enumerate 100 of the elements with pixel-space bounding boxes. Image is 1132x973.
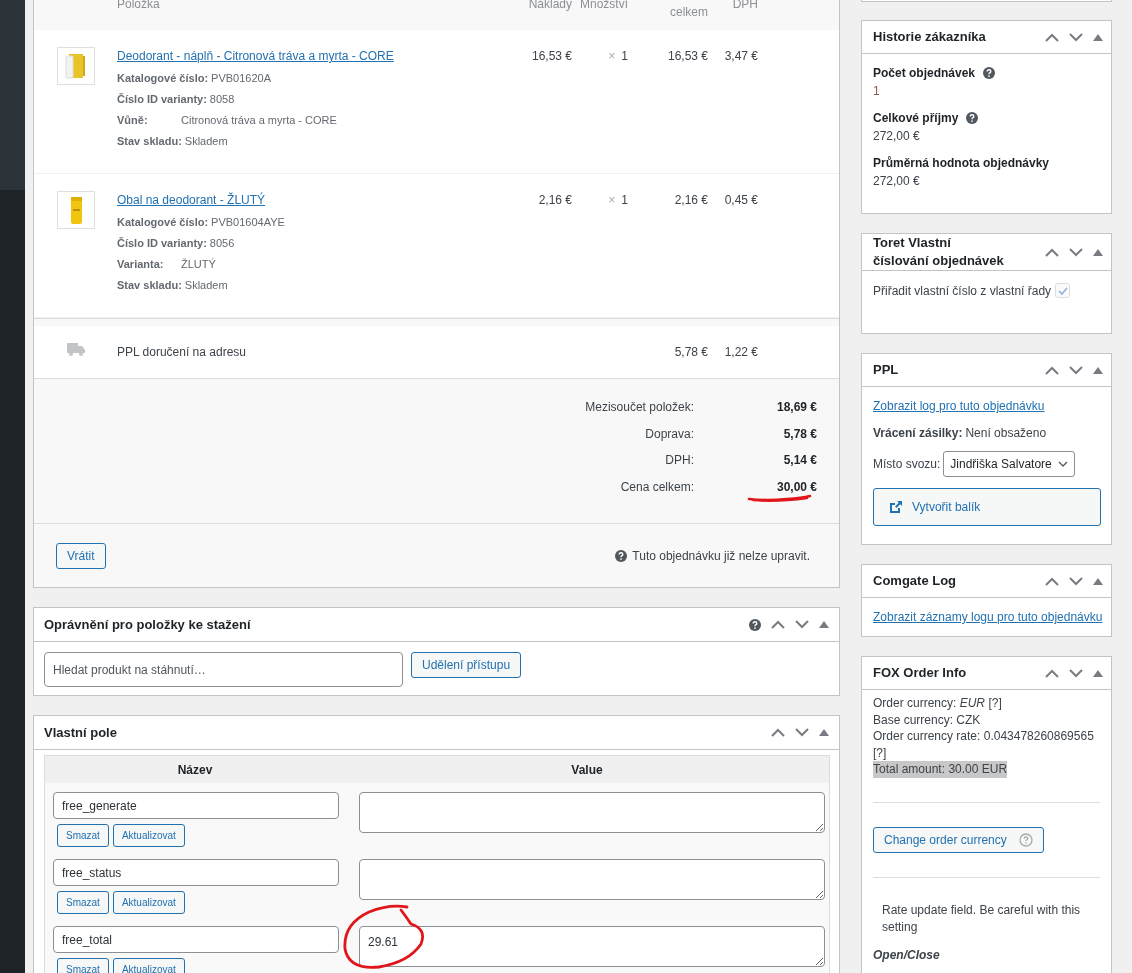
meta-label: Katalogové číslo: [117, 216, 209, 228]
refund-button[interactable]: Vrátit [56, 542, 106, 569]
pickup-dropdown[interactable]: Jindřiška Salvatore [943, 451, 1075, 477]
collapse-toggle-icon[interactable] [819, 621, 829, 628]
delete-button[interactable]: Smazat [57, 824, 109, 847]
name-field[interactable]: free_generate [53, 792, 339, 819]
meta-value: 8058 [209, 93, 235, 105]
collapse-toggle-icon[interactable] [819, 729, 829, 736]
value-field[interactable] [359, 859, 825, 900]
move-up-icon[interactable] [771, 728, 785, 737]
total-value: 18,69 € [775, 400, 817, 416]
panel-title: Oprávnění pro položky ke stažení [44, 617, 251, 632]
meta-label: Stav skladu: [117, 135, 182, 147]
move-down-icon[interactable] [1069, 247, 1083, 257]
meta-label: Číslo ID varianty: [117, 93, 207, 105]
value-field[interactable]: 29.61 [359, 926, 825, 967]
meta-value: PVB01604AYE [211, 216, 285, 228]
panel-title: číslování objednávek [873, 252, 1004, 270]
log-link[interactable]: Zobrazit záznamy logu pro tuto objednávku [873, 610, 1100, 624]
product-link[interactable]: Obal na deodorant - ŽLUTÝ [117, 193, 266, 207]
update-button[interactable]: Aktualizovat [112, 824, 185, 847]
grant-access-button[interactable]: Udělení přístupu [411, 652, 522, 678]
panel-title: FOX Order Info [873, 664, 967, 682]
pickup-label: Místo svozu: [873, 457, 941, 471]
section-heading: Open/Close [873, 947, 941, 962]
option-label: Přiřadit vlastní číslo z vlastní řady [873, 283, 1052, 298]
times-sign: × [608, 49, 616, 63]
cost-cell-text: 2,16 € [537, 192, 572, 209]
total-cell-text: 16,53 € [666, 48, 708, 65]
move-down-icon[interactable] [1069, 668, 1083, 678]
collapse-toggle-icon[interactable] [1093, 248, 1103, 256]
cost-cell-text: 16,53 € [530, 48, 572, 65]
column-header: Název [176, 762, 214, 777]
update-button[interactable]: Aktualizovat [112, 891, 185, 914]
total-value: 30,00 € [749, 479, 817, 506]
move-down-icon[interactable] [795, 620, 809, 629]
create-package-button[interactable]: Vytvořit balík [873, 488, 1101, 526]
stat-value: 1 [873, 84, 881, 98]
total-label: Doprava: [644, 426, 694, 443]
shipping-name: PPL doručení na adresu [117, 344, 247, 361]
return-label: Vrácení zásilky: [873, 426, 963, 440]
collapse-toggle-icon[interactable] [1093, 33, 1103, 41]
total-value: 5,14 € [782, 453, 817, 469]
move-up-icon[interactable] [1045, 668, 1059, 678]
total-value: 5,78 € [782, 426, 817, 443]
meta-value: PVB01620A [211, 72, 271, 84]
info-line: [?] [873, 744, 887, 761]
panel-title: Comgate Log [873, 572, 957, 590]
help-icon[interactable] [749, 618, 761, 631]
move-up-icon[interactable] [771, 620, 785, 629]
move-down-icon[interactable] [1069, 365, 1083, 375]
meta-value: Skladem [184, 135, 228, 147]
move-up-icon[interactable] [1045, 576, 1059, 586]
chevron-down-icon [1057, 461, 1068, 467]
log-link[interactable]: Zobrazit log pro tuto objednávku [873, 399, 1100, 413]
move-up-icon[interactable] [1045, 247, 1059, 257]
column-header: Položka [117, 0, 161, 13]
stat-value: 272,00 € [873, 129, 921, 143]
collapse-toggle-icon[interactable] [1093, 366, 1103, 374]
total-cell-text: 5,78 € [673, 344, 708, 361]
total-cell-text: 2,16 € [673, 192, 708, 209]
meta-value: Skladem [184, 279, 228, 291]
help-icon [615, 549, 628, 562]
meta-label: Katalogové číslo: [117, 72, 209, 84]
update-button[interactable]: Aktualizovat [112, 958, 185, 973]
move-up-icon[interactable] [1045, 365, 1059, 375]
search-field[interactable]: Hledat produkt na stáhnutí… [44, 652, 403, 687]
delete-button[interactable]: Smazat [57, 891, 109, 914]
info-line: Order currency: EUR [?] [873, 695, 1002, 712]
quantity-cell: 1 [621, 193, 628, 207]
meta-label: Číslo ID varianty: [117, 237, 207, 249]
external-link-icon [889, 500, 903, 514]
stat-label: Celkové příjmy [873, 111, 959, 125]
meta-label: Stav skladu: [117, 279, 182, 291]
name-field[interactable]: free_total [53, 926, 339, 953]
change-currency-button[interactable]: Change order currency [873, 826, 1044, 853]
times-sign: × [608, 193, 616, 207]
move-down-icon[interactable] [1069, 32, 1083, 42]
quantity-cell: 1 [621, 49, 628, 63]
stat-value: 272,00 € [873, 174, 921, 188]
info-line: Order currency rate: 0.043478260869565 [873, 728, 1094, 745]
stat-label: Počet objednávek [873, 66, 976, 80]
move-down-icon[interactable] [795, 728, 809, 737]
move-up-icon[interactable] [1045, 32, 1059, 42]
note-text: Tuto objednávku již nelze upravit. [632, 548, 810, 563]
tax-cell-text: 1,22 € [723, 344, 758, 361]
total-label: DPH: [664, 453, 694, 469]
value-field[interactable] [359, 792, 825, 833]
meta-value: 8056 [209, 237, 235, 249]
delete-button[interactable]: Smazat [57, 958, 109, 973]
total-label: Mezisoučet položek: [584, 400, 694, 416]
name-field[interactable]: free_status [53, 859, 339, 886]
move-down-icon[interactable] [1069, 576, 1083, 586]
collapse-toggle-icon[interactable] [1093, 669, 1103, 677]
tax-cell-text: 0,45 € [723, 192, 758, 209]
product-link[interactable]: Deodorant - náplň - Citronová tráva a myrta - CORE [117, 49, 394, 63]
meta-label: Varianta: [117, 258, 165, 270]
total-label: Cena celkem: [619, 479, 694, 496]
return-value: Není obsaženo [965, 426, 1047, 440]
collapse-toggle-icon[interactable] [1093, 577, 1103, 585]
